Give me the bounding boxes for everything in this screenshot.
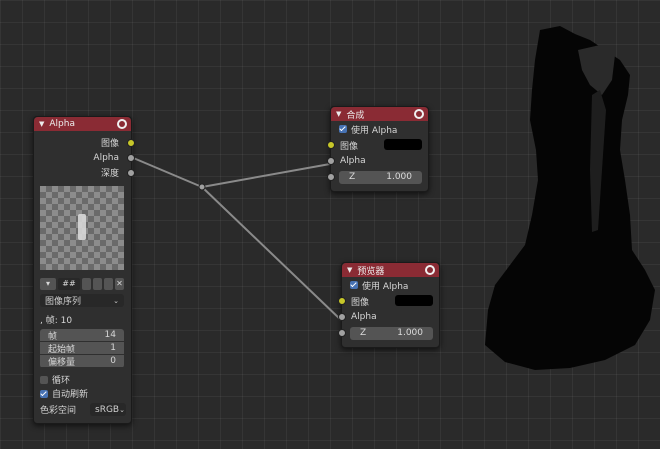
viewer-image-socket[interactable] xyxy=(338,297,346,305)
start-frame-field[interactable]: 起始帧 1 xyxy=(40,342,124,355)
link-reroute-to-composite xyxy=(201,163,331,188)
viewer-use-alpha-row[interactable]: 使用 Alpha xyxy=(342,277,439,293)
viewer-input-image: 图像 xyxy=(338,293,439,309)
chevron-down-icon: ⌄ xyxy=(113,296,119,305)
frames-value: 14 xyxy=(104,330,116,340)
auto-refresh-label: 自动刷新 xyxy=(52,390,89,400)
color-space-dropdown[interactable]: sRGB ⌄ xyxy=(90,403,126,416)
viewer-image-label: 图像 xyxy=(351,297,370,308)
composite-z-label: Z xyxy=(349,172,356,182)
composite-z-value: 1.000 xyxy=(386,172,412,182)
chevron-down-icon: ⌄ xyxy=(119,405,125,414)
output-image-socket[interactable] xyxy=(127,139,135,147)
collapse-triangle-icon[interactable]: ▼ xyxy=(347,266,352,274)
open-folder-icon[interactable] xyxy=(104,277,113,290)
viewer-use-alpha-checkbox[interactable] xyxy=(350,281,358,289)
offset-value: 0 xyxy=(110,356,116,366)
output-image: 图像 xyxy=(34,135,135,150)
color-space-row: 色彩空间 sRGB ⌄ xyxy=(40,403,126,416)
collapse-triangle-icon[interactable]: ▼ xyxy=(336,110,341,118)
frame-params: 帧 14 起始帧 1 偏移量 0 xyxy=(40,329,124,368)
image-source-dropdown[interactable]: 图像序列 ⌄ xyxy=(40,294,124,307)
image-node-header[interactable]: ▼ Alpha xyxy=(34,117,131,131)
collapse-triangle-icon[interactable]: ▼ xyxy=(39,120,44,128)
frames-label: 帧 xyxy=(48,331,58,342)
output-depth-label: 深度 xyxy=(100,169,119,179)
viewer-z-field[interactable]: Z 1.000 xyxy=(350,326,433,340)
composite-z-socket[interactable] xyxy=(327,173,335,181)
preview-figure xyxy=(78,214,86,240)
offset-field[interactable]: 偏移量 0 xyxy=(40,355,124,368)
composite-node-title: 合成 xyxy=(346,110,365,121)
viewer-alpha-label: Alpha xyxy=(351,312,377,322)
reroute-node xyxy=(198,183,206,191)
color-space-value: sRGB xyxy=(95,404,120,415)
viewer-z-socket[interactable] xyxy=(338,329,346,337)
output-alpha: Alpha xyxy=(34,150,135,165)
render-globe-icon xyxy=(117,119,127,129)
composite-input-z: Z 1.000 xyxy=(327,169,428,185)
output-image-label: 图像 xyxy=(100,139,119,149)
composite-use-alpha-label: 使用 Alpha xyxy=(351,125,398,136)
auto-refresh-checkbox[interactable] xyxy=(40,389,48,398)
output-depth: 深度 xyxy=(34,165,135,180)
composite-use-alpha-checkbox[interactable] xyxy=(339,125,347,133)
image-browse-icon[interactable]: ▾ xyxy=(40,277,56,290)
color-space-label: 色彩空间 xyxy=(40,406,77,416)
composite-node-header[interactable]: ▼ 合成 xyxy=(331,107,428,121)
auto-refresh-row[interactable]: 自动刷新 xyxy=(40,387,88,400)
composite-node[interactable]: ▼ 合成 使用 Alpha 图像 Alpha Z 1.000 xyxy=(327,106,429,192)
viewer-input-alpha: Alpha xyxy=(338,309,439,325)
unlink-icon[interactable]: ✕ xyxy=(115,277,124,290)
viewer-alpha-socket[interactable] xyxy=(338,313,346,321)
composite-image-label: 图像 xyxy=(340,141,359,152)
composite-input-alpha: Alpha xyxy=(327,153,428,169)
composite-input-image: 图像 xyxy=(327,137,428,153)
new-image-icon[interactable] xyxy=(93,277,102,290)
viewer-node-title: 预览器 xyxy=(357,266,385,277)
viewer-node[interactable]: ▼ 预览器 使用 Alpha 图像 Alpha Z 1.000 xyxy=(338,262,440,348)
render-globe-icon xyxy=(425,265,435,275)
composite-alpha-label: Alpha xyxy=(340,156,366,166)
link-alpha-to-reroute xyxy=(130,156,203,188)
viewer-use-alpha-label: 使用 Alpha xyxy=(362,281,409,292)
image-name-field[interactable]: ## xyxy=(58,277,80,290)
fake-user-icon[interactable] xyxy=(82,277,91,290)
viewer-z-label: Z xyxy=(360,328,367,338)
viewer-input-z: Z 1.000 xyxy=(338,325,439,341)
composite-image-color-swatch[interactable] xyxy=(384,139,422,150)
link-reroute-to-viewer xyxy=(201,186,342,321)
frames-field[interactable]: 帧 14 xyxy=(40,329,124,342)
image-preview xyxy=(40,186,124,270)
output-alpha-label: Alpha xyxy=(93,152,119,163)
composite-use-alpha-row[interactable]: 使用 Alpha xyxy=(331,121,428,137)
output-depth-socket[interactable] xyxy=(127,169,135,177)
viewer-z-value: 1.000 xyxy=(397,328,423,338)
image-node[interactable]: ▼ Alpha 图像 Alpha 深度 ▾ ## ✕ 图像序列 ⌄ , 帧: 1… xyxy=(33,116,135,424)
start-frame-value: 1 xyxy=(110,343,116,353)
composite-z-field[interactable]: Z 1.000 xyxy=(339,170,422,184)
composite-alpha-socket[interactable] xyxy=(327,157,335,165)
render-globe-icon xyxy=(414,109,424,119)
composite-image-socket[interactable] xyxy=(327,141,335,149)
output-alpha-socket[interactable] xyxy=(127,154,135,162)
viewer-node-header[interactable]: ▼ 预览器 xyxy=(342,263,439,277)
image-source-value: 图像序列 xyxy=(45,297,82,307)
image-node-title: Alpha xyxy=(49,119,75,129)
viewer-image-color-swatch[interactable] xyxy=(395,295,433,306)
offset-label: 偏移量 xyxy=(48,357,76,368)
cyclic-row[interactable]: 循环 xyxy=(40,373,70,386)
cyclic-checkbox[interactable] xyxy=(40,375,48,384)
frames-info: , 帧: 10 xyxy=(40,316,73,326)
start-frame-label: 起始帧 xyxy=(48,344,76,355)
image-toolbar: ▾ ## ✕ xyxy=(40,277,124,290)
cyclic-label: 循环 xyxy=(52,376,71,386)
